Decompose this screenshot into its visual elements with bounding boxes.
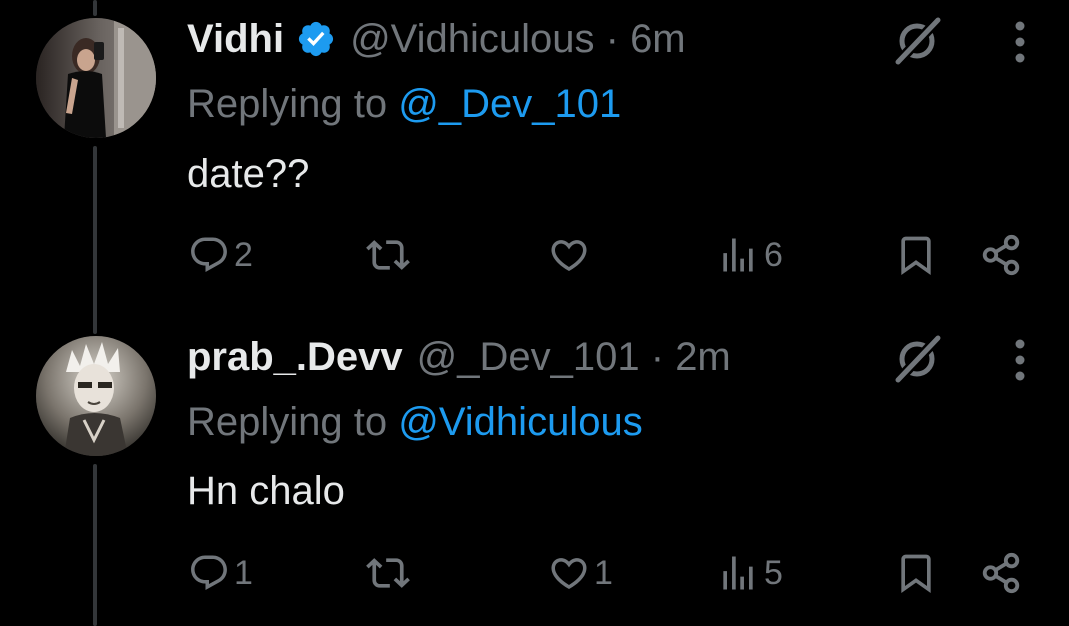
handle-timestamp[interactable]: @_Dev_101 · 2m — [417, 335, 731, 380]
action-bar: 1 1 5 — [186, 549, 1036, 597]
replying-to-label: Replying to — [187, 82, 399, 126]
heart-icon — [551, 558, 587, 590]
share-button[interactable] — [978, 549, 1024, 597]
repost-button[interactable] — [366, 231, 414, 279]
bookmark-icon — [901, 236, 931, 276]
bookmark-icon — [901, 554, 931, 594]
bookmark-button[interactable] — [894, 549, 938, 597]
more-vertical-icon[interactable] — [1004, 335, 1036, 385]
views-count: 6 — [764, 235, 783, 274]
reply-icon — [191, 237, 227, 272]
bookmark-button[interactable] — [894, 231, 938, 279]
replying-to-mention[interactable]: @Vidhiculous — [398, 400, 642, 444]
heart-icon — [551, 240, 587, 272]
views-count: 5 — [764, 553, 783, 592]
action-bar: 2 6 — [186, 231, 1036, 279]
repost-icon — [366, 558, 410, 588]
replying-to: Replying to @Vidhiculous — [187, 400, 643, 445]
avatar-image — [36, 336, 156, 456]
tweet-text: date?? — [187, 152, 310, 196]
reply-icon — [191, 555, 227, 590]
views-icon — [723, 556, 753, 590]
reply-thread: Vidhi @Vidhiculous · 6m Replying to @_De… — [0, 0, 1069, 626]
tweet-text: Hn chalo — [187, 469, 345, 513]
like-button[interactable]: 1 — [548, 549, 613, 597]
verified-badge-icon — [298, 21, 334, 57]
replying-to-label: Replying to — [187, 400, 399, 444]
avatar[interactable] — [36, 336, 156, 456]
thread-line — [93, 146, 97, 334]
views-icon — [723, 238, 753, 272]
views-button[interactable]: 5 — [716, 549, 783, 597]
share-icon — [982, 234, 1020, 276]
avatar[interactable] — [36, 18, 156, 138]
more-vertical-icon[interactable] — [1004, 17, 1036, 67]
views-button[interactable]: 6 — [716, 231, 783, 279]
tweet-header: prab_.Devv @_Dev_101 · 2m — [187, 332, 731, 382]
replying-to: Replying to @_Dev_101 — [187, 82, 621, 127]
tweet-header: Vidhi @Vidhiculous · 6m — [187, 14, 686, 64]
reply-button[interactable]: 2 — [188, 231, 253, 279]
grok-icon[interactable] — [890, 330, 946, 386]
repost-button[interactable] — [366, 549, 414, 597]
display-name[interactable]: prab_.Devv — [187, 335, 403, 380]
repost-icon — [366, 240, 410, 270]
reply-button[interactable]: 1 — [188, 549, 253, 597]
grok-icon[interactable] — [890, 12, 946, 68]
share-button[interactable] — [978, 231, 1024, 279]
thread-line — [93, 464, 97, 626]
avatar-image — [36, 18, 156, 138]
reply-count: 2 — [234, 235, 253, 274]
replying-to-mention[interactable]: @_Dev_101 — [398, 82, 621, 126]
handle-timestamp[interactable]: @Vidhiculous · 6m — [350, 17, 686, 62]
thread-line — [93, 0, 97, 16]
like-button[interactable] — [548, 231, 594, 279]
like-count: 1 — [594, 553, 613, 592]
reply-count: 1 — [234, 553, 253, 592]
display-name[interactable]: Vidhi — [187, 17, 284, 62]
share-icon — [982, 552, 1020, 594]
